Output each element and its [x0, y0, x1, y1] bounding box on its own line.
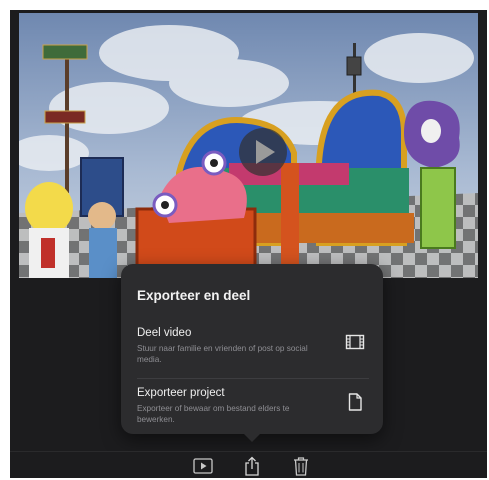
share-icon — [245, 456, 259, 476]
film-icon — [345, 334, 365, 350]
popover-arrow — [243, 433, 261, 442]
option-divider — [137, 378, 369, 379]
video-preview[interactable] — [19, 13, 478, 278]
export-project-title: Exporteer project — [137, 387, 225, 399]
share-video-description: Stuur naar familie en vrienden of post o… — [137, 344, 308, 364]
document-icon — [348, 393, 362, 411]
export-popover: Exporteer en deel Deel video Stuur naar … — [121, 264, 383, 434]
delete-button[interactable] — [290, 455, 312, 477]
kid-figure — [88, 202, 117, 278]
share-button[interactable] — [241, 455, 263, 477]
play-preview-button[interactable] — [192, 455, 214, 477]
trash-icon — [294, 457, 308, 476]
play-button[interactable] — [239, 128, 287, 176]
app-frame: Exporteer en deel Deel video Stuur naar … — [10, 10, 487, 478]
blonde-figure — [25, 182, 73, 278]
play-icon — [256, 140, 275, 164]
share-video-option[interactable]: Deel video Stuur naar familie en vriende… — [121, 320, 383, 382]
popover-title: Exporteer en deel — [137, 288, 251, 303]
export-project-description: Exporteer of bewaar om bestand elders te… — [137, 404, 290, 424]
bottom-toolbar — [10, 451, 487, 478]
share-video-title: Deel video — [137, 327, 192, 339]
play-icon — [193, 458, 213, 474]
